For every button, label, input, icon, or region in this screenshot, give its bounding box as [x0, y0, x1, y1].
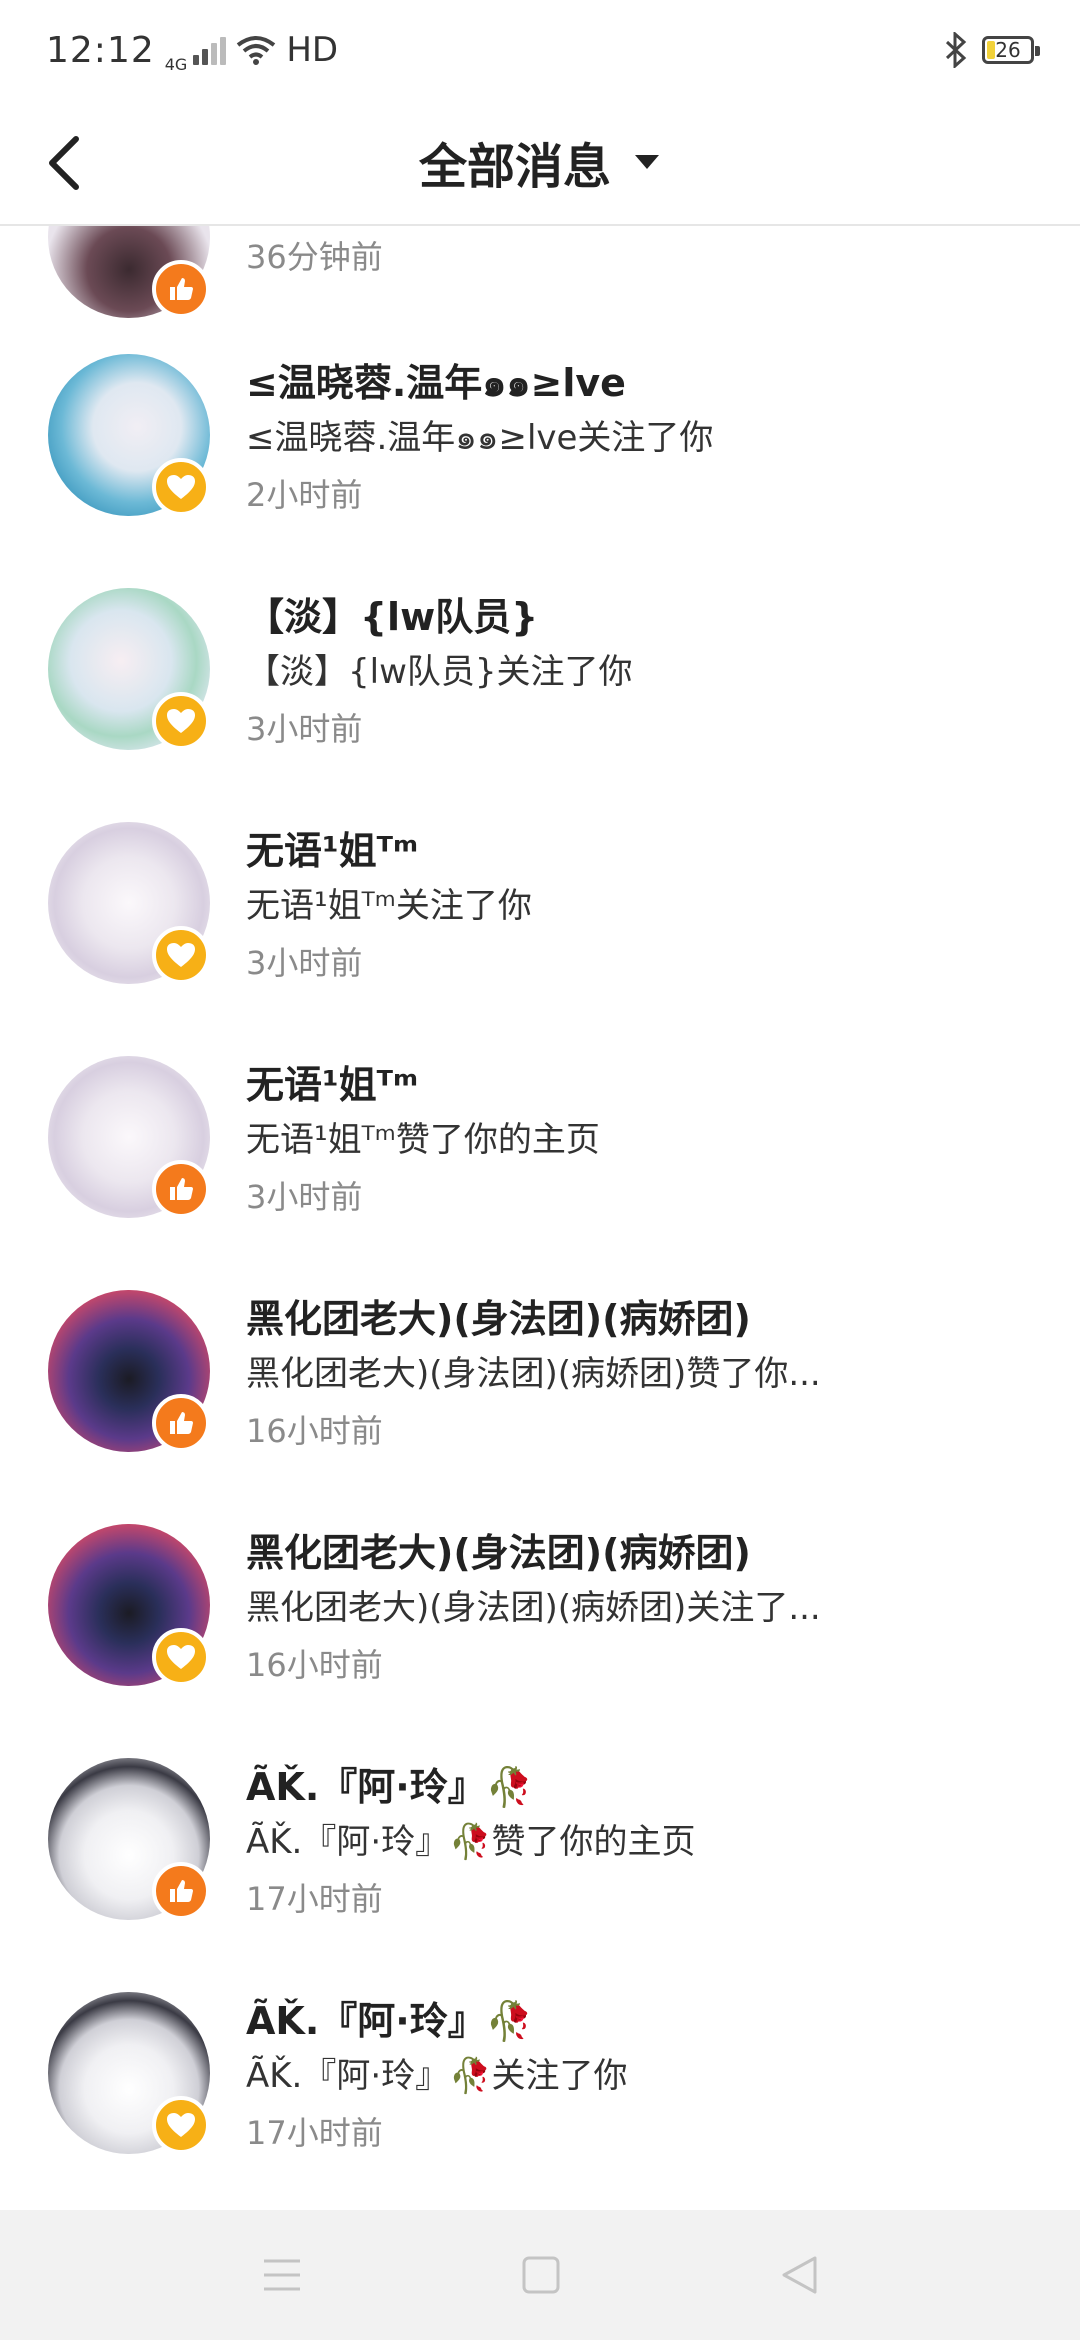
status-left: 12:12 4G HD — [46, 27, 338, 73]
follow-badge — [152, 1628, 210, 1686]
follow-badge — [152, 2096, 210, 2154]
wifi-icon — [237, 36, 276, 65]
menu-icon[interactable] — [262, 2257, 302, 2293]
like-badge — [152, 260, 210, 318]
hd-indicator: HD — [286, 30, 339, 70]
item-time: 17小时前 — [246, 2114, 383, 2152]
avatar[interactable] — [48, 588, 210, 750]
avatar[interactable] — [48, 1056, 210, 1218]
system-nav-bar — [0, 2210, 1080, 2340]
list-item[interactable]: ÃǨ.『阿·玲』🥀 ÃǨ.『阿·玲』🥀关注了你 17小时前 — [0, 1992, 1080, 2210]
item-time: 3小时前 — [246, 944, 363, 982]
item-message: ÃǨ.『阿·玲』🥀赞了你的主页 — [246, 1822, 696, 1862]
square-icon[interactable] — [522, 2256, 560, 2294]
heart-icon — [167, 475, 195, 499]
heart-icon — [167, 2113, 195, 2137]
item-name: ÃǨ.『阿·玲』🥀 — [246, 1765, 534, 1809]
avatar[interactable] — [48, 1992, 210, 2154]
list-item[interactable]: 无语¹姐ᵀᵐ 无语¹姐ᵀᵐ赞了你的主页 3小时前 — [0, 1056, 1080, 1290]
like-badge — [152, 1160, 210, 1218]
list-item[interactable]: 黑化团老大)(身法团)(病娇团) 黑化团老大)(身法团)(病娇团)赞了你... … — [0, 1290, 1080, 1524]
battery-level: 26 — [995, 38, 1021, 62]
list-item[interactable]: ÃǨ.『阿·玲』🥀 ÃǨ.『阿·玲』🥀赞了你的主页 17小时前 — [0, 1758, 1080, 1992]
item-name: ≤温晓蓉.温年๑๑≥lve — [246, 361, 626, 405]
avatar[interactable] — [48, 226, 210, 318]
heart-icon — [167, 709, 195, 733]
bluetooth-icon — [945, 32, 967, 68]
item-time: 16小时前 — [246, 1646, 383, 1684]
follow-badge — [152, 458, 210, 516]
avatar[interactable] — [48, 1524, 210, 1686]
list-item[interactable]: 【淡】{lw队员} 【淡】{lw队员}关注了你 3小时前 — [0, 588, 1080, 822]
avatar[interactable] — [48, 1758, 210, 1920]
item-time: 3小时前 — [246, 1178, 363, 1216]
item-name: 无语¹姐ᵀᵐ — [246, 829, 419, 873]
page-title: 全部消息 — [418, 139, 611, 195]
heart-icon — [167, 943, 195, 967]
item-time: 2小时前 — [246, 476, 363, 514]
item-message: 黑化团老大)(身法团)(病娇团)赞了你... — [246, 1354, 821, 1394]
caret-down-icon — [635, 155, 659, 169]
item-name: 黑化团老大)(身法团)(病娇团) — [246, 1297, 751, 1341]
status-bar: 12:12 4G HD 26 — [0, 0, 1080, 100]
item-message: 【淡】{lw队员}关注了你 — [246, 652, 633, 692]
item-name: 无语¹姐ᵀᵐ — [246, 1063, 419, 1107]
follow-badge — [152, 692, 210, 750]
item-message: 无语¹姐ᵀᵐ关注了你 — [246, 886, 532, 926]
thumbs-up-icon — [170, 1412, 193, 1434]
header: 全部消息 — [0, 100, 1080, 226]
chevron-left-icon — [49, 136, 79, 190]
thumbs-up-icon — [170, 278, 193, 300]
item-time: 36分钟前 — [246, 238, 383, 276]
item-name: 【淡】{lw队员} — [246, 595, 539, 639]
heart-icon — [167, 1645, 195, 1669]
avatar[interactable] — [48, 822, 210, 984]
battery-icon: 26 — [982, 36, 1040, 64]
follow-badge — [152, 926, 210, 984]
like-badge — [152, 1862, 210, 1920]
list-item[interactable]: ≤温晓蓉.温年๑๑≥lve ≤温晓蓉.温年๑๑≥lve关注了你 2小时前 — [0, 354, 1080, 588]
item-message: ≤温晓蓉.温年๑๑≥lve关注了你 — [246, 418, 714, 458]
thumbs-up-icon — [170, 1880, 193, 1902]
item-message: 无语¹姐ᵀᵐ赞了你的主页 — [246, 1120, 600, 1160]
item-name: ÃǨ.『阿·玲』🥀 — [246, 1999, 534, 2043]
network-type: 4G — [164, 55, 188, 74]
item-message: ÃǨ.『阿·玲』🥀关注了你 — [246, 2056, 628, 2096]
item-message: 黑化团老大)(身法团)(病娇团)关注了... — [246, 1588, 821, 1628]
item-time: 17小时前 — [246, 1880, 383, 1918]
avatar[interactable] — [48, 1290, 210, 1452]
list-item[interactable]: 无语¹姐ᵀᵐ 无语¹姐ᵀᵐ关注了你 3小时前 — [0, 822, 1080, 1056]
avatar[interactable] — [48, 354, 210, 516]
back-button[interactable] — [46, 130, 106, 196]
list-item[interactable]: 黑化团老大)(身法团)(病娇团) 黑化团老大)(身法团)(病娇团)关注了... … — [0, 1524, 1080, 1758]
like-badge — [152, 1394, 210, 1452]
signal-icon — [193, 35, 227, 65]
status-time: 12:12 — [46, 29, 155, 71]
triangle-back-icon[interactable] — [780, 2255, 818, 2295]
title-dropdown[interactable]: 全部消息 — [419, 127, 661, 197]
status-right: 26 — [944, 32, 1040, 68]
item-time: 3小时前 — [246, 710, 363, 748]
notification-list[interactable]: 36分钟前 ≤温晓蓉.温年๑๑≥lve ≤温晓蓉.温年๑๑≥lve关注了你 2小… — [0, 226, 1080, 2210]
item-name: 黑化团老大)(身法团)(病娇团) — [246, 1531, 751, 1575]
item-time: 16小时前 — [246, 1412, 383, 1450]
thumbs-up-icon — [170, 1178, 193, 1200]
